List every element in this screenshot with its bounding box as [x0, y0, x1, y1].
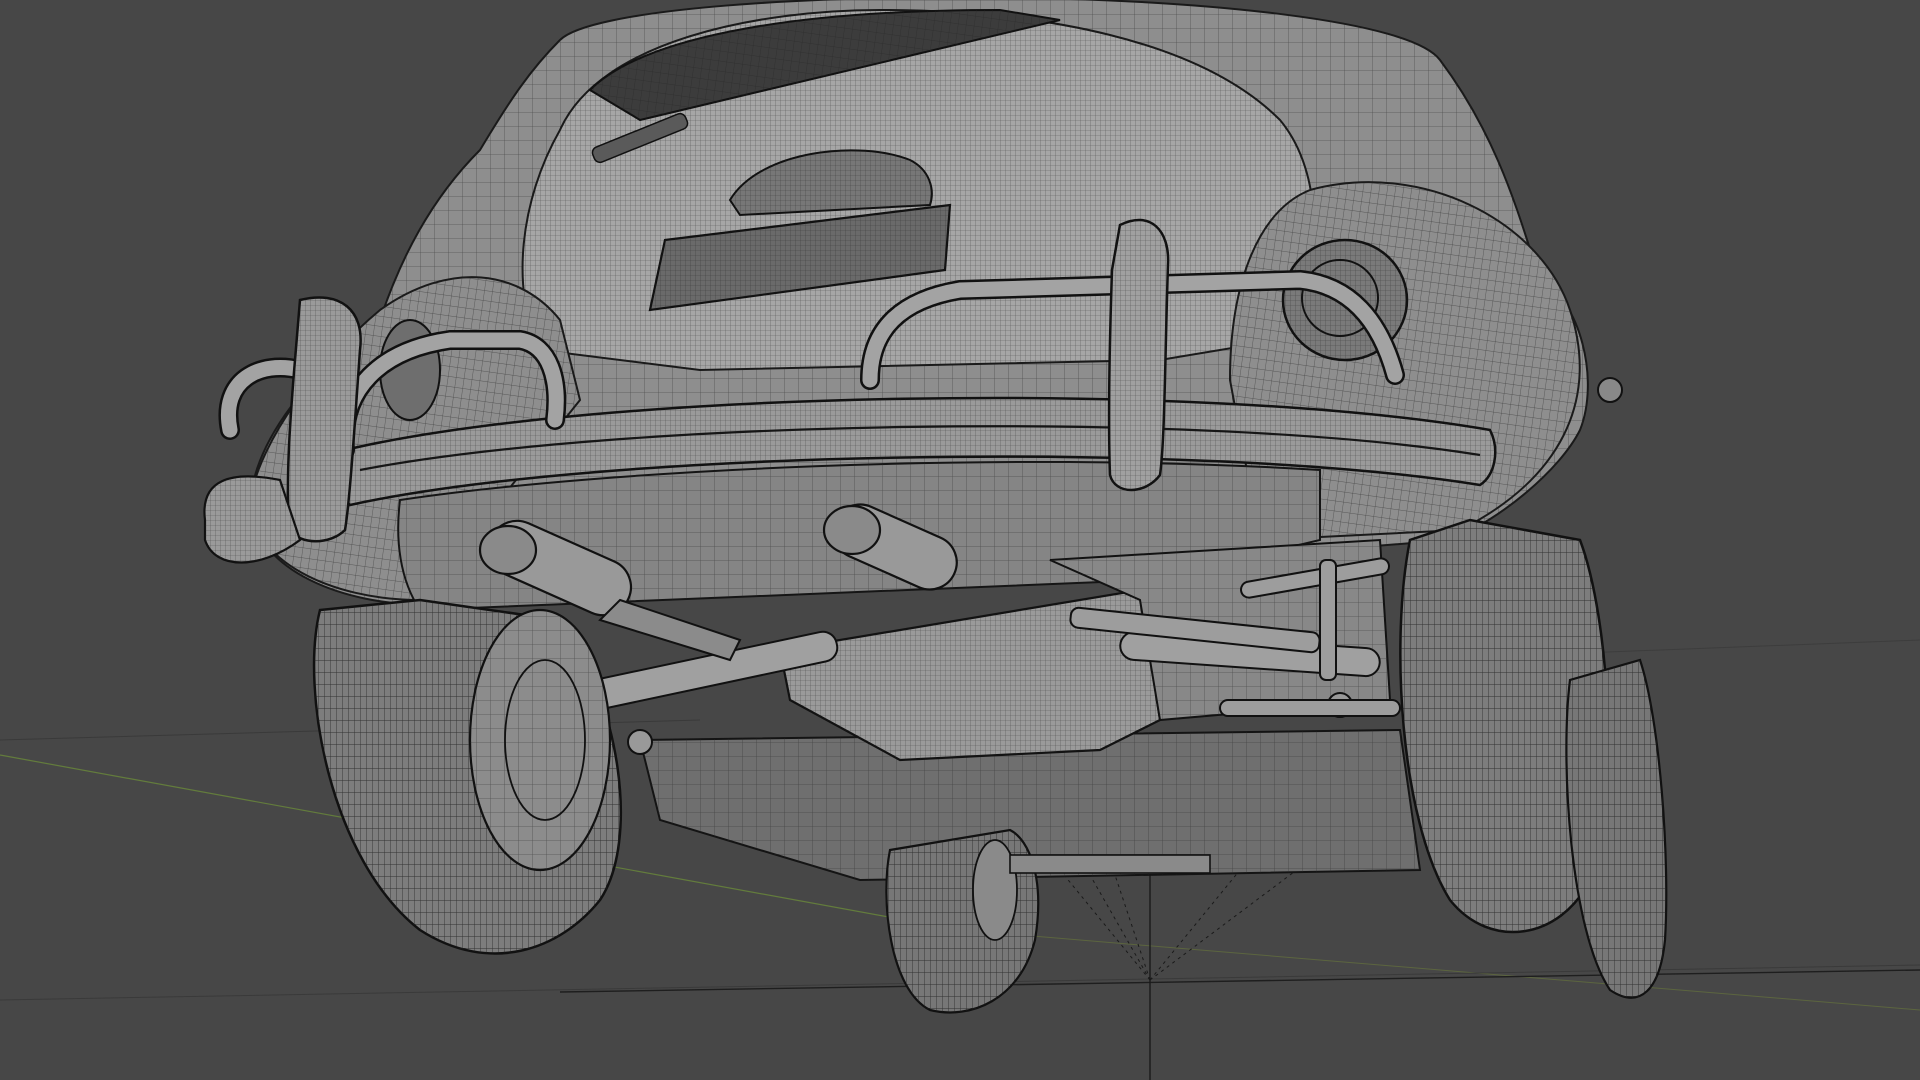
viewport-scene[interactable] — [0, 0, 1920, 1080]
y-axis-line — [959, 929, 1920, 1011]
3d-viewport[interactable] — [0, 0, 1920, 1080]
car-model[interactable] — [203, 0, 1668, 1014]
left-rear-tire[interactable] — [312, 598, 622, 955]
front-beam — [1009, 854, 1211, 874]
side-reflector — [1597, 377, 1623, 403]
grid-line — [559, 969, 1920, 993]
front-right-tire[interactable] — [1565, 658, 1668, 999]
bumper-overrider-right[interactable] — [1107, 218, 1170, 492]
